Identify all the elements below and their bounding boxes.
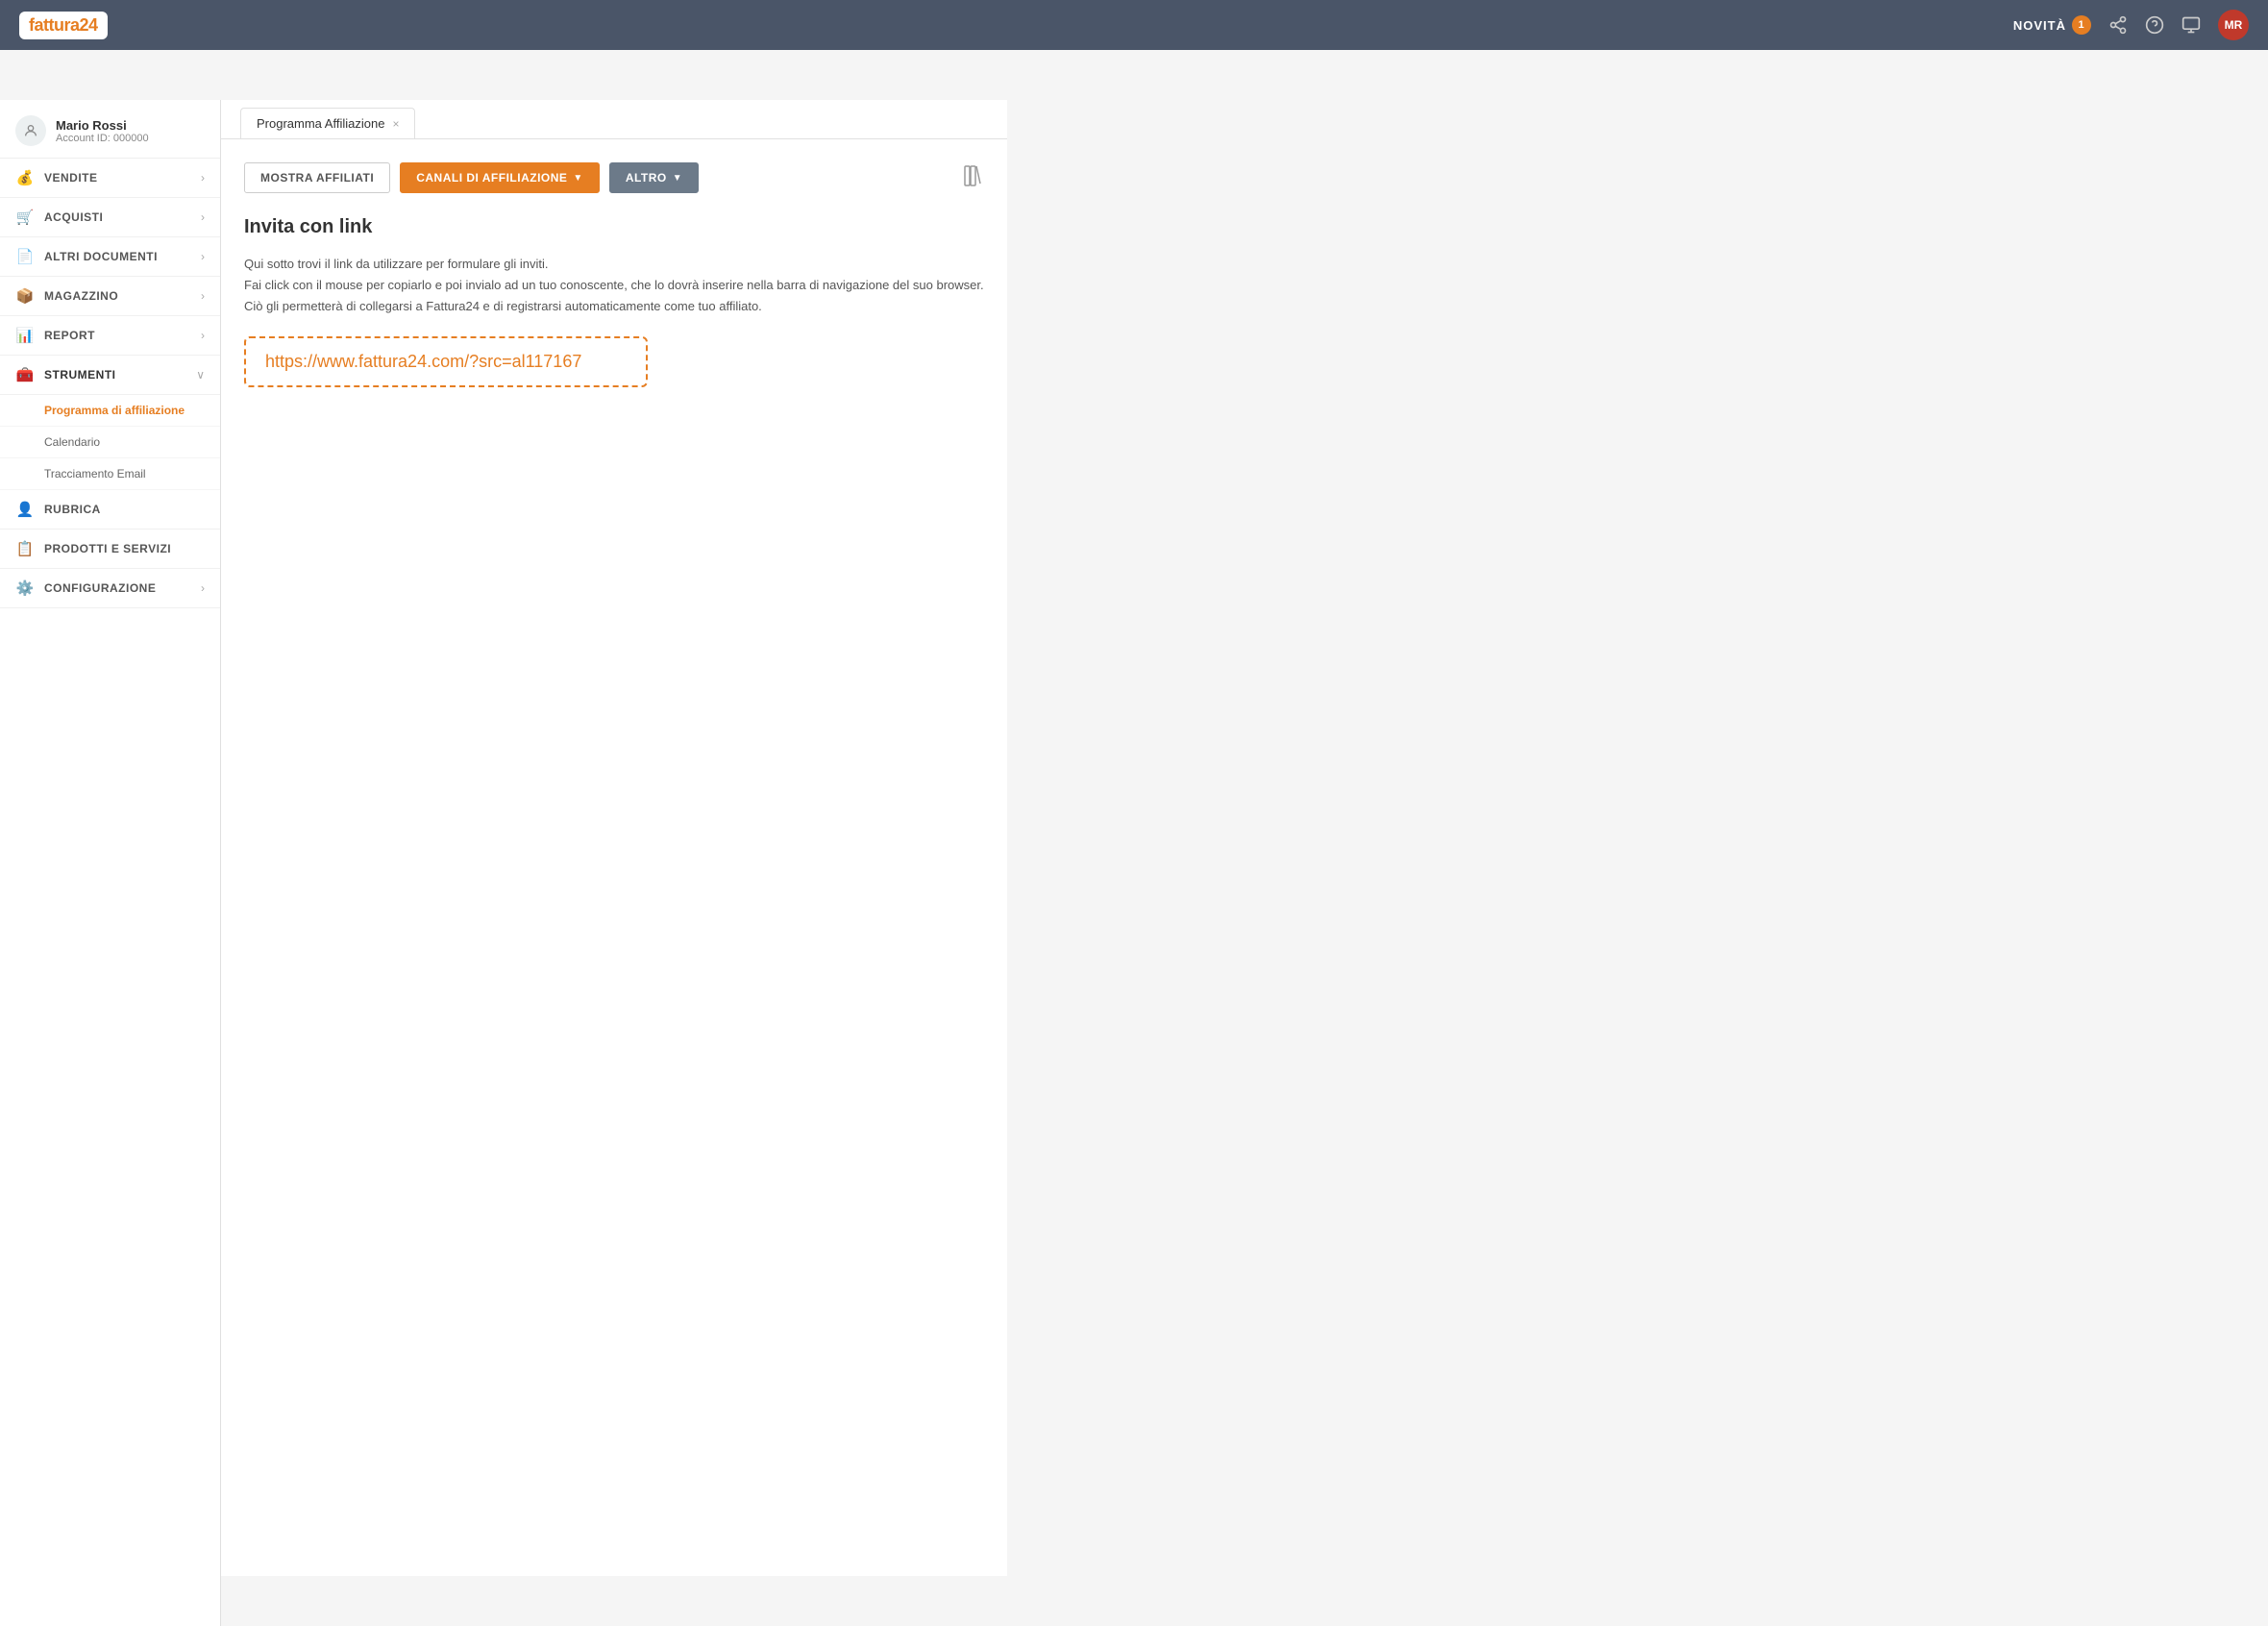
sidebar-sub-calendario[interactable]: Calendario [0,427,220,458]
prodotti-icon: 📋 [15,540,35,557]
acquisti-chevron: › [201,210,205,224]
section-title: Invita con link [244,216,984,238]
header-right: NOVITÀ 1 MR [2013,10,2249,40]
configurazione-label: CONFIGURAZIONE [44,581,156,595]
tab-bar: Programma Affiliazione × [221,100,1007,139]
user-name: Mario Rossi [56,118,149,133]
user-details: Mario Rossi Account ID: 000000 [56,118,149,144]
configurazione-icon: ⚙️ [15,579,35,597]
novita-label: NOVITÀ [2013,18,2066,33]
header: fattura24 NOVITÀ 1 MR [0,0,2268,50]
vendite-chevron: › [201,171,205,185]
sidebar-item-prodotti[interactable]: 📋 PRODOTTI E SERVIZI [0,530,220,569]
user-info: Mario Rossi Account ID: 000000 [0,100,220,159]
content-area: MOSTRA AFFILIATI CANALI DI AFFILIAZIONE … [221,139,1007,1576]
sidebar-item-strumenti[interactable]: 🧰 STRUMENTI ∨ [0,356,220,395]
vendite-label: VENDITE [44,171,98,185]
sidebar-item-report[interactable]: 📊 REPORT › [0,316,220,356]
altri-documenti-chevron: › [201,250,205,263]
tab-programma-affiliazione[interactable]: Programma Affiliazione × [240,108,415,138]
magazzino-label: MAGAZZINO [44,289,118,303]
canali-affiliazione-label: CANALI DI AFFILIAZIONE [416,171,567,185]
acquisti-icon: 🛒 [15,209,35,226]
magazzino-chevron: › [201,289,205,303]
altri-documenti-label: ALTRI DOCUMENTI [44,250,158,263]
sidebar-item-vendite[interactable]: 💰 VENDITE › [0,159,220,198]
monitor-icon[interactable] [2182,15,2201,35]
sidebar-item-rubrica[interactable]: 👤 RUBRICA [0,490,220,530]
vendite-icon: 💰 [15,169,35,186]
share-icon[interactable] [2108,15,2128,35]
books-icon[interactable] [961,164,984,192]
novita-count: 1 [2072,15,2091,35]
rubrica-icon: 👤 [15,501,35,518]
logo: fattura24 [19,12,108,39]
altro-button[interactable]: ALTRO ▼ [609,162,699,193]
prodotti-label: PRODOTTI E SERVIZI [44,542,171,555]
logo-suffix: 24 [80,15,98,35]
report-icon: 📊 [15,327,35,344]
desc-line-3: Ciò gli permetterà di collegarsi a Fattu… [244,296,984,317]
canali-affiliazione-button[interactable]: CANALI DI AFFILIAZIONE ▼ [400,162,600,193]
main-content: Programma Affiliazione × MOSTRA AFFILIAT… [221,100,1007,1576]
desc-line-2: Fai click con il mouse per copiarlo e po… [244,275,984,296]
novita-badge[interactable]: NOVITÀ 1 [2013,15,2091,35]
user-avatar[interactable]: MR [2218,10,2249,40]
toolbar: MOSTRA AFFILIATI CANALI DI AFFILIAZIONE … [244,162,984,193]
strumenti-label: STRUMENTI [44,368,116,382]
sidebar-item-altri-documenti[interactable]: 📄 ALTRI DOCUMENTI › [0,237,220,277]
sidebar: Mario Rossi Account ID: 000000 💰 VENDITE… [0,100,221,1626]
affiliate-link-box[interactable]: https://www.fattura24.com/?src=al117167 [244,336,648,387]
tab-label: Programma Affiliazione [257,116,384,131]
user-icon [15,115,46,146]
magazzino-icon: 📦 [15,287,35,305]
acquisti-label: ACQUISTI [44,210,103,224]
logo-text: fattura [29,15,80,35]
user-account: Account ID: 000000 [56,133,149,144]
sidebar-item-acquisti[interactable]: 🛒 ACQUISTI › [0,198,220,237]
tab-close-button[interactable]: × [392,117,399,131]
strumenti-chevron: ∨ [196,368,205,382]
sidebar-sub-tracciamento[interactable]: Tracciamento Email [0,458,220,490]
altri-documenti-icon: 📄 [15,248,35,265]
mostra-affiliati-button[interactable]: MOSTRA AFFILIATI [244,162,390,193]
altro-chevron-icon: ▼ [673,173,682,184]
strumenti-icon: 🧰 [15,366,35,383]
sidebar-item-configurazione[interactable]: ⚙️ CONFIGURAZIONE › [0,569,220,608]
desc-line-1: Qui sotto trovi il link da utilizzare pe… [244,254,984,275]
sidebar-sub-affiliazione[interactable]: Programma di affiliazione [0,395,220,427]
sidebar-item-magazzino[interactable]: 📦 MAGAZZINO › [0,277,220,316]
canali-chevron-icon: ▼ [573,173,582,184]
report-chevron: › [201,329,205,342]
section-description: Qui sotto trovi il link da utilizzare pe… [244,254,984,317]
affiliate-link-text: https://www.fattura24.com/?src=al117167 [265,352,581,371]
rubrica-label: RUBRICA [44,503,101,516]
logo-area: fattura24 [19,12,240,39]
help-icon[interactable] [2145,15,2164,35]
report-label: REPORT [44,329,95,342]
configurazione-chevron: › [201,581,205,595]
altro-label: ALTRO [626,171,667,185]
